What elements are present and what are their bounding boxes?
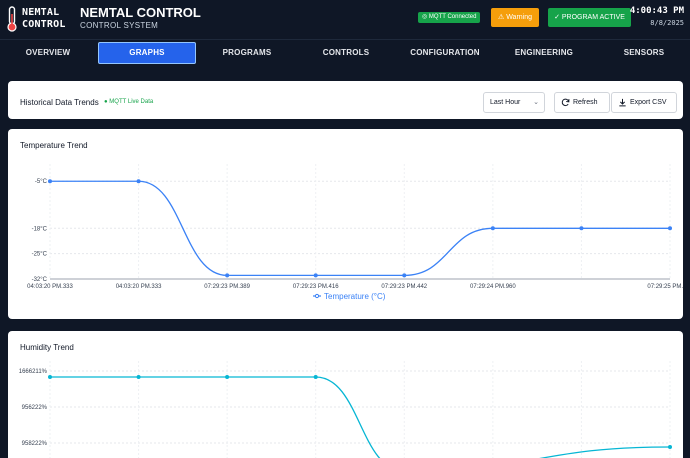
tab-engineering[interactable]: ENGINEERING (500, 40, 588, 66)
time-range-value: Last Hour (490, 99, 521, 106)
y-tick-label: 956222% (22, 405, 48, 411)
y-tick-label: -25°C (32, 252, 48, 258)
tab-graphs[interactable]: GRAPHS (98, 42, 196, 64)
x-tick-label: 04:03:20 PM.333 (27, 284, 73, 290)
thermometer-icon (7, 6, 17, 32)
program-active-text: PROGRAM ACTIVE (561, 14, 625, 21)
tab-controls[interactable]: CONTROLS (306, 40, 386, 66)
tab-overview[interactable]: OVERVIEW (10, 40, 86, 66)
x-tick-label: 07:29:23 PM.442 (381, 284, 427, 290)
humidity-trend-card: Humidity Trend 1666211% 956222% 958222% (8, 331, 683, 458)
clock-time: 4:00:43 PM (629, 6, 684, 16)
temperature-chart: -5°C-18°C-25°C-32°C04:03:20 PM.333 04:03:… (27, 164, 683, 301)
refresh-button[interactable]: Refresh (554, 92, 610, 113)
live-data-text: MQTT Live Data (109, 99, 154, 105)
humidity-data-point (668, 445, 672, 449)
legend-label: Temperature (°C) (324, 292, 386, 301)
tab-programs[interactable]: PROGRAMS (208, 40, 286, 66)
legend-marker-icon (314, 293, 320, 299)
logo-text: NEMTAL CONTROL (22, 7, 66, 31)
refresh-label: Refresh (573, 99, 598, 106)
x-tick-label: 07:29:24 PM.960 (470, 284, 516, 290)
refresh-icon (561, 98, 570, 107)
trends-title: Historical Data Trends (20, 98, 99, 107)
temperature-data-point (668, 226, 672, 231)
app-title: NEMTAL CONTROL (80, 5, 201, 20)
link-icon: ◎ (422, 14, 429, 20)
warning-text: Warning (506, 14, 533, 21)
trends-toolbar: Historical Data Trends ● MQTT Live Data … (8, 81, 683, 119)
tab-configuration[interactable]: CONFIGURATION (400, 40, 490, 66)
x-tick-label: 07:29:25 PM.011 (647, 284, 683, 290)
mqtt-status-badge: ◎ MQTT Connected (418, 12, 481, 23)
temperature-data-point (313, 273, 318, 278)
temperature-data-point (48, 179, 52, 184)
humidity-data-point (225, 375, 230, 379)
export-csv-button[interactable]: Export CSV (611, 92, 677, 113)
temperature-data-point (136, 179, 141, 184)
main-nav: OVERVIEW GRAPHS PROGRAMS CONTROLS CONFIG… (0, 39, 690, 66)
export-csv-label: Export CSV (630, 99, 667, 106)
humidity-data-point (136, 375, 141, 379)
chevron-down-icon: ⌄ (533, 99, 539, 106)
humidity-chart: 1666211% 956222% 958222% (19, 361, 672, 458)
humidity-data-point (313, 375, 318, 379)
time-range-select[interactable]: Last Hour ⌄ (483, 92, 545, 113)
x-tick-label: 07:29:23 PM.389 (204, 284, 250, 290)
temperature-data-point (579, 226, 584, 231)
app-header: NEMTAL CONTROL NEMTAL CONTROL CONTROL SY… (0, 0, 690, 38)
check-circle-icon: ✓ (554, 14, 562, 21)
app-subtitle: CONTROL SYSTEM (80, 21, 159, 30)
x-tick-label: 07:29:23 PM.416 (293, 284, 339, 290)
warning-button[interactable]: ⚠ Warning (491, 8, 539, 27)
warning-icon: ⚠ (497, 14, 507, 21)
download-icon (619, 98, 626, 107)
temperature-data-point (402, 273, 407, 278)
logo-line-2: CONTROL (22, 19, 66, 30)
y-tick-label: 1666211% (19, 369, 48, 375)
y-tick-label: -18°C (32, 226, 48, 232)
humidity-series-line (50, 376, 671, 458)
humidity-data-point (48, 375, 52, 379)
program-active-button[interactable]: ✓ PROGRAM ACTIVE (548, 8, 631, 27)
x-tick-label: 04:03:20 PM.333 (116, 284, 162, 290)
y-tick-label: -5°C (35, 179, 48, 185)
logo-line-1: NEMTAL (22, 7, 60, 18)
live-data-indicator: ● MQTT Live Data (104, 99, 153, 105)
temperature-data-point (225, 273, 230, 278)
tab-sensors[interactable]: SENSORS (602, 40, 686, 66)
y-tick-label: 958222% (22, 441, 48, 447)
temperature-trend-card: Temperature Trend -5°C -18°C -25°C -32°C 04:… (8, 129, 683, 319)
temperature-data-point (490, 226, 495, 231)
logo[interactable]: NEMTAL CONTROL (6, 4, 76, 34)
mqtt-status-text: MQTT Connected (428, 14, 477, 20)
y-tick-label: -32°C (32, 277, 48, 283)
clock-date: 8/8/2025 (650, 19, 684, 27)
